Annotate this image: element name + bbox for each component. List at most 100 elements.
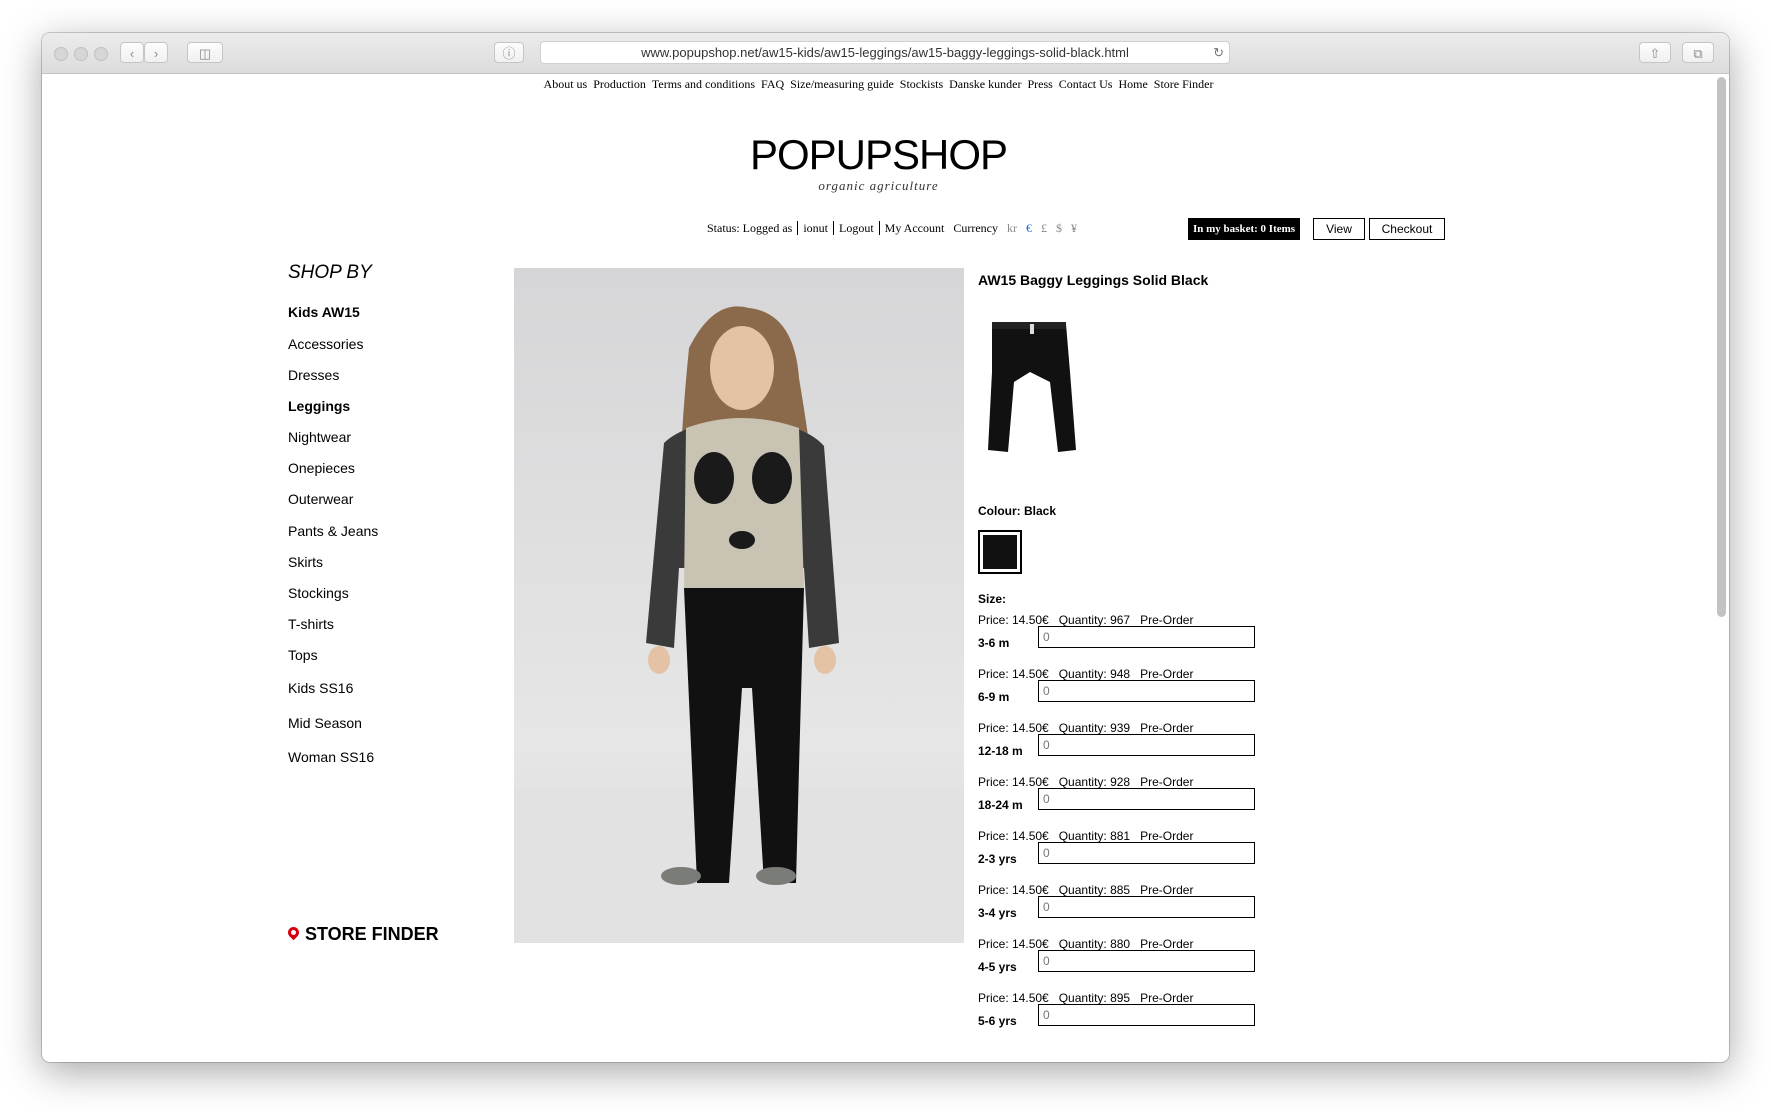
size-info: Price: 14.50€ Quantity: 895 Pre-Order: [978, 991, 1203, 1005]
shop-by-heading: SHOP BY: [288, 262, 372, 283]
colour-label: Colour: Black: [978, 504, 1057, 518]
currency-option[interactable]: ¥: [1071, 221, 1077, 235]
sidebar-item-skirts[interactable]: Skirts: [288, 554, 323, 570]
size-price: Price: 14.50€: [978, 775, 1049, 789]
size-name: 6-9 m: [978, 690, 1010, 704]
sidebar-item-nightwear[interactable]: Nightwear: [288, 429, 351, 445]
size-quantity: Quantity: 880: [1058, 937, 1131, 951]
sidebar-item-t-shirts[interactable]: T-shirts: [288, 616, 334, 632]
currency-label: Currency: [953, 221, 998, 235]
size-row: Price: 14.50€ Quantity: 881 Pre-Order 2-3 y…: [978, 829, 1255, 866]
vertical-scrollbar[interactable]: [1717, 77, 1726, 617]
basket-view-button[interactable]: View: [1313, 218, 1365, 240]
browser-toolbar: ‹ › ◫ ⓘ www.popupshop.net/aw15-kids/aw15…: [42, 33, 1729, 74]
size-row: Price: 14.50€ Quantity: 895 Pre-Order 5-6 y…: [978, 991, 1255, 1028]
sidebar-item-outerwear[interactable]: Outerwear: [288, 491, 353, 507]
back-icon[interactable]: ‹: [120, 42, 144, 63]
sidebar-item-mid-season[interactable]: Mid Season: [288, 715, 362, 731]
size-quantity: Quantity: 881: [1058, 829, 1131, 843]
size-row: Price: 14.50€ Quantity: 928 Pre-Order 18-24…: [978, 775, 1255, 812]
sidebar-item-pants-jeans[interactable]: Pants & Jeans: [288, 523, 378, 539]
size-quantity-input[interactable]: [1038, 680, 1255, 702]
zoom-window-button[interactable]: [94, 47, 108, 61]
size-price: Price: 14.50€: [978, 613, 1049, 627]
reload-icon[interactable]: ↻: [1213, 42, 1224, 63]
size-quantity-input[interactable]: [1038, 1004, 1255, 1026]
sidebar-item-accessories[interactable]: Accessories: [288, 336, 363, 352]
size-name: 3-4 yrs: [978, 906, 1017, 920]
size-status: Pre-Order: [1140, 613, 1194, 627]
logout-link[interactable]: Logout: [833, 221, 874, 235]
site-logo[interactable]: POPUPSHOP: [42, 131, 1715, 179]
size-quantity: Quantity: 967: [1058, 613, 1131, 627]
currency-option[interactable]: €: [1026, 221, 1032, 235]
topnav-link-size-measuring-guide[interactable]: Size/measuring guide: [790, 77, 894, 91]
size-info: Price: 14.50€ Quantity: 881 Pre-Order: [978, 829, 1203, 843]
size-info: Price: 14.50€ Quantity: 880 Pre-Order: [978, 937, 1203, 951]
size-quantity-input[interactable]: [1038, 842, 1255, 864]
size-status: Pre-Order: [1140, 721, 1194, 735]
topnav-link-contact-us[interactable]: Contact Us: [1059, 77, 1113, 91]
size-quantity-input[interactable]: [1038, 896, 1255, 918]
sidebar-item-kids-ss16[interactable]: Kids SS16: [288, 680, 353, 696]
currency-list: kr € £ $ ¥: [1003, 221, 1082, 235]
topnav-link-home[interactable]: Home: [1118, 77, 1147, 91]
size-name: 18-24 m: [978, 798, 1023, 812]
size-price: Price: 14.50€: [978, 991, 1049, 1005]
sidebar-item-woman-ss16[interactable]: Woman SS16: [288, 749, 374, 765]
size-info: Price: 14.50€ Quantity: 885 Pre-Order: [978, 883, 1203, 897]
topnav-link-terms-and-conditions[interactable]: Terms and conditions: [652, 77, 755, 91]
tabs-icon[interactable]: ⧉: [1682, 42, 1714, 63]
my-account-link[interactable]: My Account: [878, 221, 945, 235]
size-name: 3-6 m: [978, 636, 1010, 650]
size-quantity-input[interactable]: [1038, 626, 1255, 648]
size-name: 12-18 m: [978, 744, 1023, 758]
size-quantity: Quantity: 948: [1058, 667, 1131, 681]
topnav-link-press[interactable]: Press: [1027, 77, 1052, 91]
size-status: Pre-Order: [1140, 829, 1194, 843]
colour-swatch-black[interactable]: [978, 530, 1022, 574]
child-model-image: [514, 306, 964, 943]
checkout-button[interactable]: Checkout: [1369, 218, 1445, 240]
size-status: Pre-Order: [1140, 667, 1194, 681]
sidebar-item-leggings[interactable]: Leggings: [288, 398, 350, 414]
size-quantity: Quantity: 928: [1058, 775, 1131, 789]
sidebar-item-kids-aw15[interactable]: Kids AW15: [288, 304, 360, 320]
close-window-button[interactable]: [54, 47, 68, 61]
topnav-link-stockists[interactable]: Stockists: [900, 77, 943, 91]
reader-icon[interactable]: ⓘ: [494, 42, 524, 63]
sidebar-toggle-icon[interactable]: ◫: [187, 42, 223, 63]
product-thumbnail[interactable]: [978, 312, 1088, 462]
currency-option[interactable]: kr: [1007, 221, 1017, 235]
topnav-link-about-us[interactable]: About us: [544, 77, 588, 91]
size-quantity-input[interactable]: [1038, 788, 1255, 810]
size-price: Price: 14.50€: [978, 667, 1049, 681]
forward-icon[interactable]: ›: [144, 42, 168, 63]
sidebar-item-stockings[interactable]: Stockings: [288, 585, 349, 601]
sidebar-item-tops[interactable]: Tops: [288, 647, 318, 663]
swatch-fill: [983, 535, 1017, 569]
sidebar-item-onepieces[interactable]: Onepieces: [288, 460, 355, 476]
size-price: Price: 14.50€: [978, 937, 1049, 951]
topnav-link-faq[interactable]: FAQ: [761, 77, 784, 91]
size-info: Price: 14.50€ Quantity: 939 Pre-Order: [978, 721, 1203, 735]
size-row: Price: 14.50€ Quantity: 939 Pre-Order 12-18…: [978, 721, 1255, 758]
size-status: Pre-Order: [1140, 937, 1194, 951]
topnav-link-danske-kunder[interactable]: Danske kunder: [949, 77, 1021, 91]
topnav-link-store-finder[interactable]: Store Finder: [1154, 77, 1214, 91]
size-quantity-input[interactable]: [1038, 950, 1255, 972]
currency-option[interactable]: $: [1056, 221, 1062, 235]
size-quantity-input[interactable]: [1038, 734, 1255, 756]
sidebar-item-dresses[interactable]: Dresses: [288, 367, 339, 383]
size-name: 2-3 yrs: [978, 852, 1017, 866]
address-bar[interactable]: www.popupshop.net/aw15-kids/aw15-legging…: [540, 41, 1230, 64]
size-quantity: Quantity: 939: [1058, 721, 1131, 735]
minimize-window-button[interactable]: [74, 47, 88, 61]
page-content: About us Production Terms and conditions FA…: [42, 74, 1715, 1062]
share-icon[interactable]: ⇧: [1639, 42, 1671, 63]
topnav-link-production[interactable]: Production: [593, 77, 646, 91]
product-main-photo[interactable]: [514, 268, 964, 943]
size-row: Price: 14.50€ Quantity: 885 Pre-Order 3-4 y…: [978, 883, 1255, 920]
store-finder-link[interactable]: STORE FINDER: [285, 924, 439, 945]
currency-option[interactable]: £: [1041, 221, 1047, 235]
